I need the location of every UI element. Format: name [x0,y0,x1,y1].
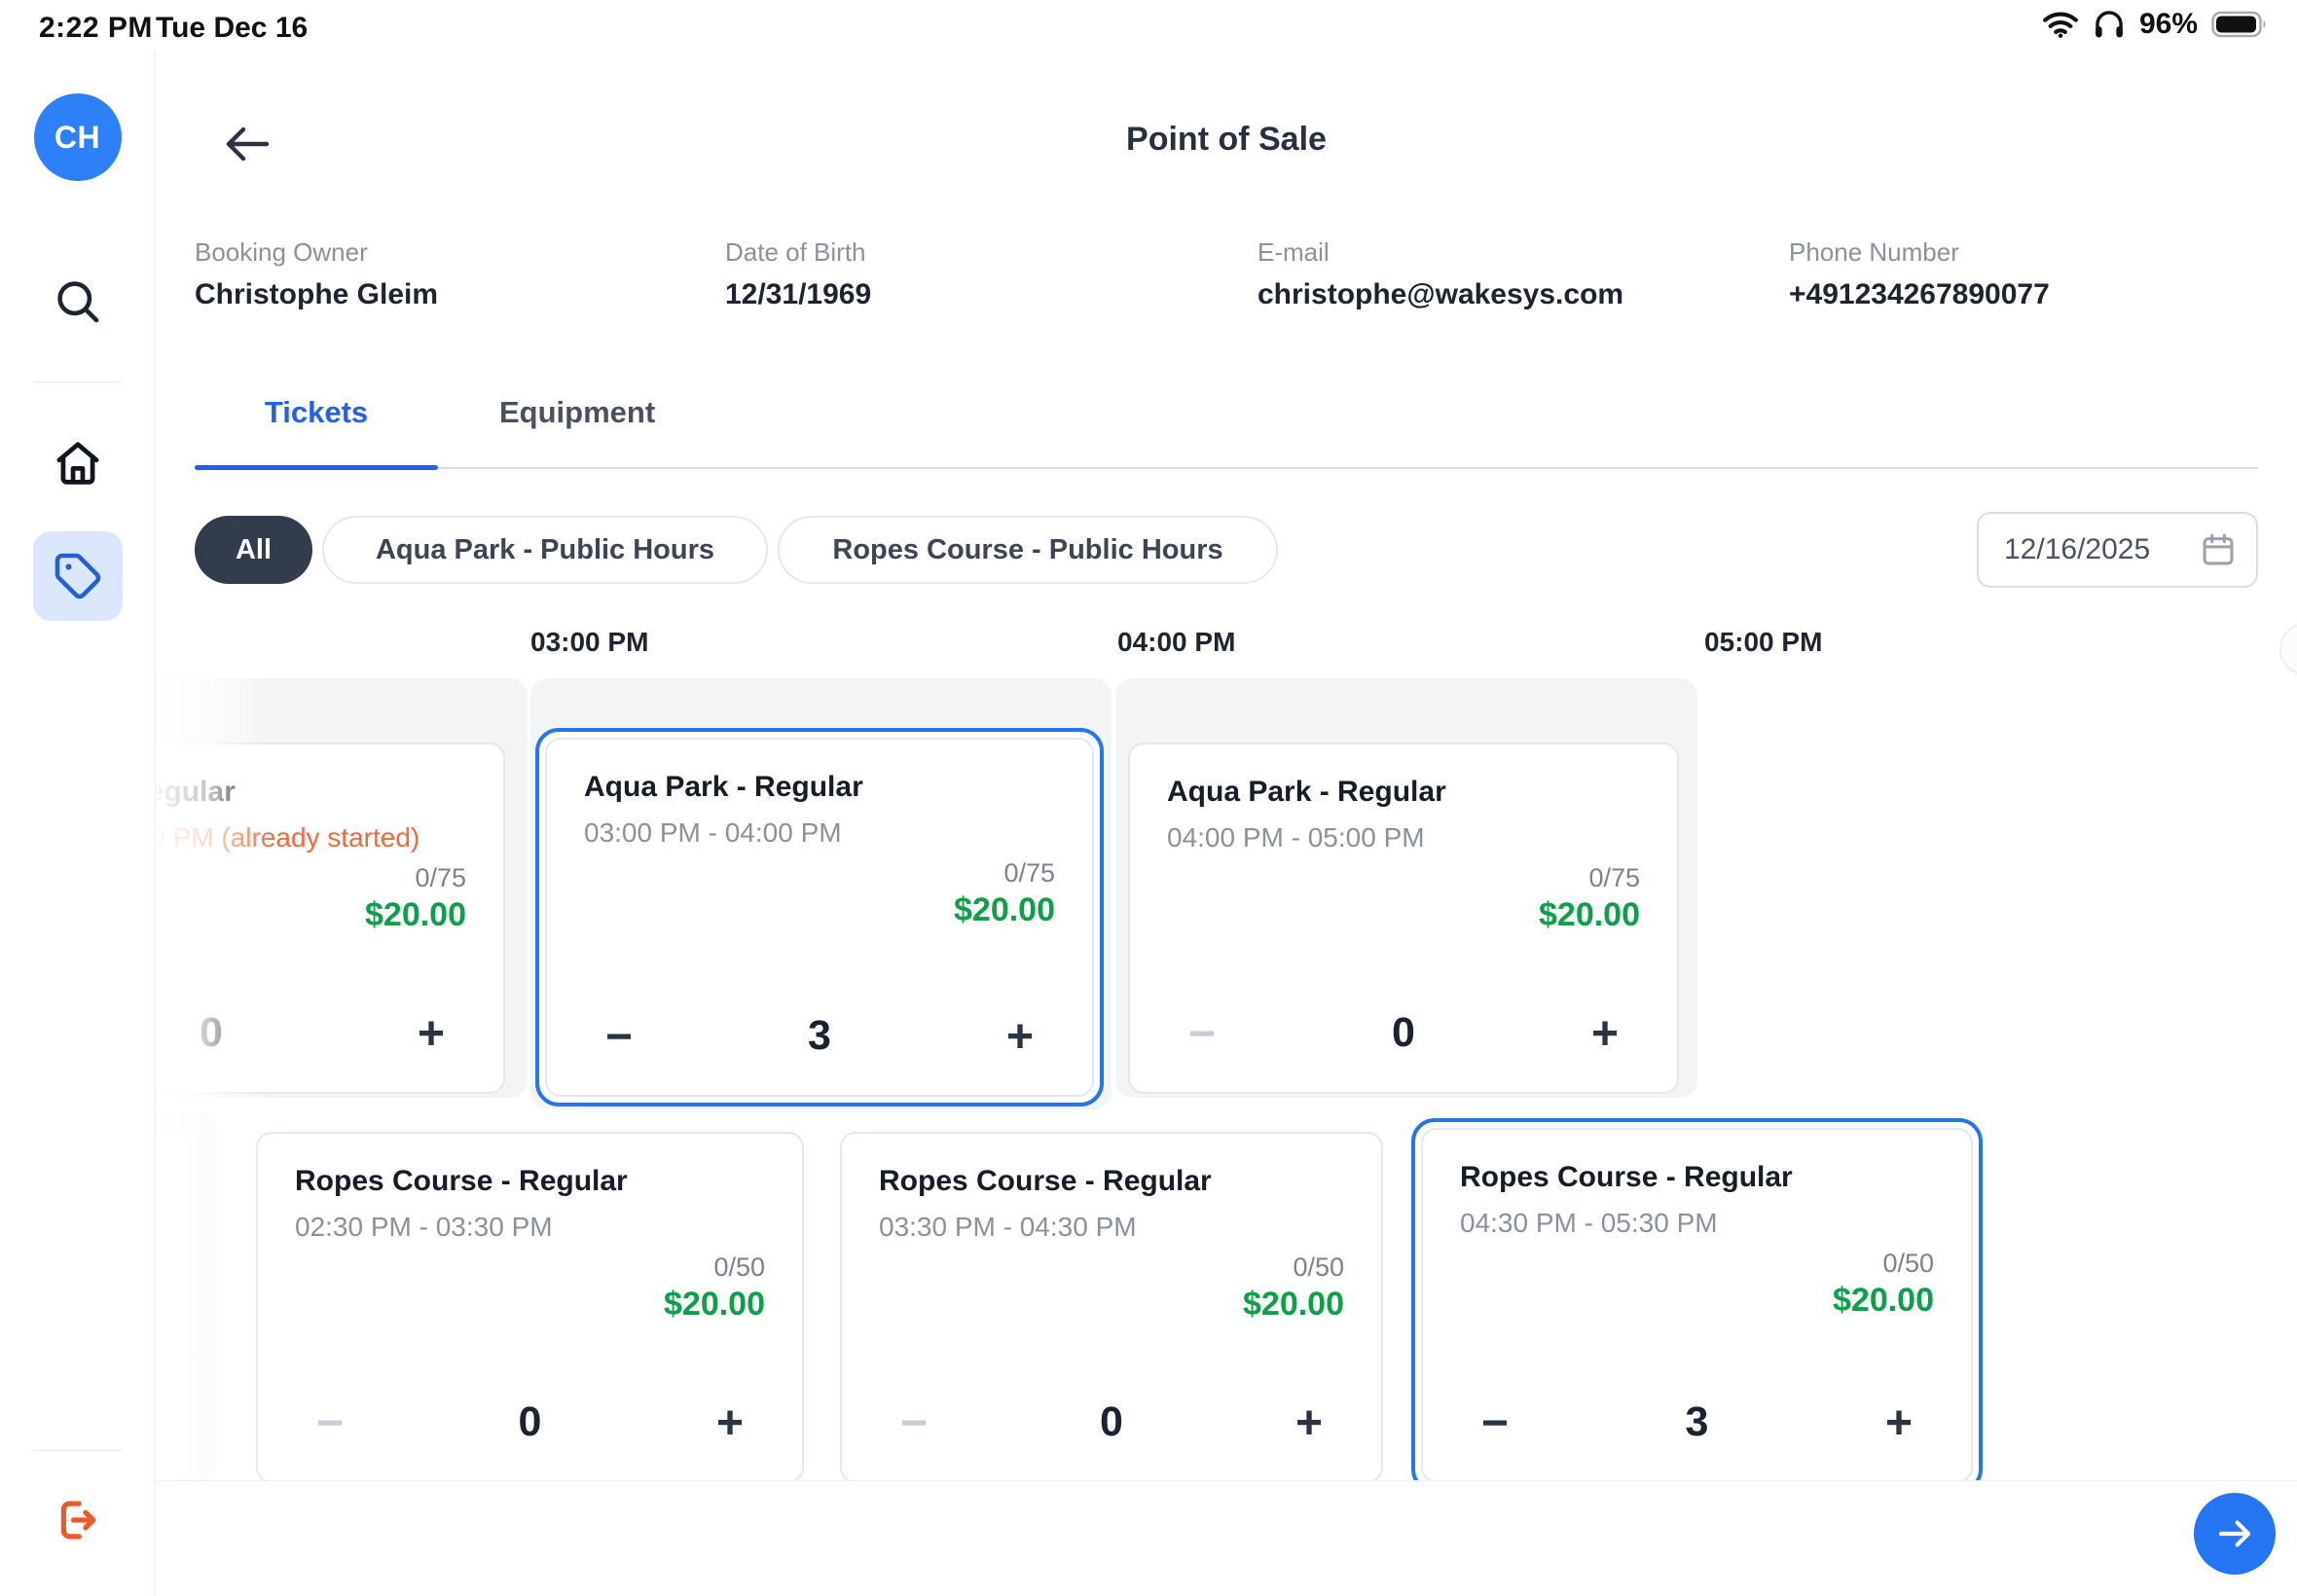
time-column-0500: 05:00 PM [1704,627,1822,658]
status-bar: 2:22 PM Tue Dec 16 96% [0,0,2297,51]
ticket-title: Aqua Park - Regular [584,771,863,804]
booking-owner-label: Booking Owner [195,237,368,268]
sidebar-item-search[interactable] [49,272,107,331]
arrow-right-icon [2214,1513,2255,1554]
plus-button[interactable]: + [1870,1394,1928,1452]
ticket-card-body: Ropes Course - Regular 03:30 PM - 04:30 P… [840,1132,1383,1483]
plus-button[interactable]: + [701,1394,759,1452]
next-button[interactable] [2194,1493,2276,1575]
ticket-capacity: 0/50 [713,1252,765,1283]
scroll-next-button[interactable] [2279,623,2297,675]
ticket-title: Aqua Park - Regular [1167,776,1446,809]
ticket-title: Ropes Course - Regular [879,1165,1212,1198]
ticket-card-body: Aqua Park - Regular 04:00 PM - 05:00 PM 0/… [1128,743,1679,1094]
filter-chip-aqua-park[interactable]: Aqua Park - Public Hours [322,516,768,584]
dob-value: 12/31/1969 [725,278,871,311]
ticket-price: $20.00 [1833,1282,1934,1320]
sidebar-item-tickets[interactable] [33,531,123,621]
active-tab-indicator [195,465,438,470]
ticket-time: 04:00 PM - 05:00 PM [1167,822,1425,853]
ticket-capacity: 0/50 [1882,1249,1934,1279]
ticket-card-aqua-0400[interactable]: Aqua Park - Regular 04:00 PM - 05:00 PM 0/… [1128,743,1679,1094]
dob-label: Date of Birth [725,237,866,268]
ticket-price: $20.00 [365,896,466,934]
filter-chip-ropes-course[interactable]: Ropes Course - Public Hours [778,516,1278,584]
avatar-initials: CH [55,120,100,156]
ticket-card-ropes-0330[interactable]: Ropes Course - Regular 03:30 PM - 04:30 P… [840,1132,1383,1483]
ticket-card-body: Ropes Course - Regular 02:30 PM - 03:30 P… [256,1132,804,1483]
ticket-time: 03:30 PM - 04:30 PM [879,1212,1137,1243]
ticket-price: $20.00 [1539,896,1640,934]
ticket-title: Ropes Course - Regular [295,1165,628,1198]
ticket-card-aqua-0300[interactable]: Aqua Park - Regular 03:00 PM - 04:00 PM 0/… [535,728,1104,1106]
ticket-price: $20.00 [1243,1286,1344,1324]
tabs-baseline [195,467,2258,469]
ticket-time: 03:00 PM - 04:00 PM [584,817,842,849]
booking-owner-value: Christophe Gleim [195,278,438,311]
bottom-bar [156,1480,2297,1596]
calendar-icon [2200,531,2237,568]
ticket-capacity: 0/75 [415,863,466,893]
ticket-price: $20.00 [664,1286,765,1324]
ticket-card-body: Ropes Course - Regular 04:30 PM - 05:30 P… [1421,1128,1973,1483]
phone-label: Phone Number [1789,237,1959,268]
time-column-0400: 04:00 PM [1117,627,1235,658]
plus-button[interactable]: + [991,1007,1049,1066]
ticket-capacity: 0/50 [1293,1252,1344,1283]
sidebar-item-home[interactable] [47,432,109,494]
clock-time: 2:22 PM [39,12,153,45]
wifi-icon [2042,10,2079,39]
plus-button[interactable]: + [402,1004,460,1063]
ticket-time: 04:30 PM - 05:30 PM [1460,1208,1718,1239]
date-picker-value: 12/16/2025 [2004,533,2200,566]
battery-percent: 96% [2139,8,2198,41]
sidebar-divider-top [34,381,122,382]
tab-tickets[interactable]: Tickets [195,395,438,430]
tag-icon [53,551,103,601]
search-icon [53,276,103,327]
avatar[interactable]: CH [34,93,122,181]
ticket-price: $20.00 [954,891,1055,929]
email-label: E-mail [1258,237,1330,268]
plus-button[interactable]: + [1576,1004,1634,1063]
ticket-capacity: 0/75 [1003,858,1055,889]
sidebar-item-logout[interactable] [47,1489,109,1551]
ticket-title: Ropes Course - Regular [1460,1161,1793,1194]
sidebar-divider-bottom [34,1450,122,1451]
ticket-time: 02:30 PM - 03:30 PM [295,1212,553,1243]
logout-icon [52,1494,104,1546]
date-picker[interactable]: 12/16/2025 [1977,512,2258,588]
tab-equipment[interactable]: Equipment [499,395,655,430]
ticket-card-ropes-0430[interactable]: Ropes Course - Regular 04:30 PM - 05:30 P… [1411,1118,1983,1493]
plus-button[interactable]: + [1280,1394,1338,1452]
time-column-0300: 03:00 PM [530,627,648,658]
battery-icon [2211,10,2270,39]
filter-chip-all[interactable]: All [195,516,312,584]
home-icon [52,437,104,490]
ticket-card-body: Aqua Park - Regular 03:00 PM - 04:00 PM 0/… [545,738,1094,1097]
phone-value: +491234267890077 [1789,278,2050,311]
ticket-capacity: 0/75 [1588,863,1640,893]
email-value: christophe@wakesys.com [1258,278,1623,311]
headphones-icon [2093,9,2126,40]
sidebar: CH [0,51,156,1596]
clock-date: Tue Dec 16 [156,12,308,45]
page-title: Point of Sale [156,121,2297,159]
ticket-card-ropes-0230[interactable]: Ropes Course - Regular 02:30 PM - 03:30 P… [256,1132,804,1483]
